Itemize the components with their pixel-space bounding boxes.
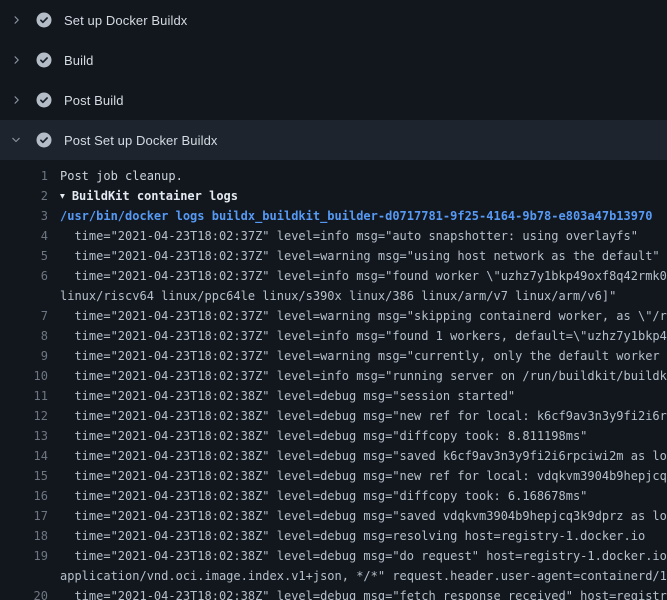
- line-number-empty: [0, 566, 48, 586]
- step-label: Build: [64, 53, 93, 68]
- line-number[interactable]: 18: [0, 526, 48, 546]
- log-line-continuation: linux/riscv64 linux/ppc64le linux/s390x …: [0, 286, 667, 306]
- workflow-log-viewer: Set up Docker Buildx Build Post Build Post …: [0, 0, 667, 600]
- log-text: time="2021-04-23T18:02:38Z" level=debug …: [60, 586, 667, 600]
- log-line: 19 time="2021-04-23T18:02:38Z" level=deb…: [0, 546, 667, 566]
- steps-list: Set up Docker Buildx Build Post Build Post …: [0, 0, 667, 160]
- log-text: time="2021-04-23T18:02:38Z" level=debug …: [60, 486, 667, 506]
- check-circle-icon: [36, 52, 52, 68]
- line-number[interactable]: 13: [0, 426, 48, 446]
- line-number[interactable]: 4: [0, 226, 48, 246]
- log-line: 7 time="2021-04-23T18:02:37Z" level=warn…: [0, 306, 667, 326]
- log-line-continuation: application/vnd.oci.image.index.v1+json,…: [0, 566, 667, 586]
- chevron-right-icon: [8, 92, 24, 108]
- line-number[interactable]: 5: [0, 246, 48, 266]
- log-line: 14 time="2021-04-23T18:02:38Z" level=deb…: [0, 446, 667, 466]
- log-area: 1 Post job cleanup. 2 ▼ BuildKit container l…: [0, 160, 667, 600]
- command-text: /usr/bin/docker logs buildx_buildkit_bui…: [60, 206, 667, 226]
- log-line: 1 Post job cleanup.: [0, 166, 667, 186]
- log-text: time="2021-04-23T18:02:38Z" level=debug …: [60, 446, 667, 466]
- line-number[interactable]: 3: [0, 206, 48, 226]
- log-text: time="2021-04-23T18:02:37Z" level=info m…: [60, 326, 667, 346]
- log-text: time="2021-04-23T18:02:38Z" level=debug …: [60, 506, 667, 526]
- log-line: 17 time="2021-04-23T18:02:38Z" level=deb…: [0, 506, 667, 526]
- step-label: Set up Docker Buildx: [64, 13, 187, 28]
- line-number[interactable]: 1: [0, 166, 48, 186]
- line-number[interactable]: 2: [0, 186, 48, 206]
- log-text: time="2021-04-23T18:02:38Z" level=debug …: [60, 406, 667, 426]
- line-number-empty: [0, 286, 48, 306]
- chevron-down-icon: [8, 132, 24, 148]
- group-toggle[interactable]: ▼ BuildKit container logs: [60, 186, 667, 206]
- triangle-down-icon: ▼: [60, 187, 65, 207]
- line-number[interactable]: 19: [0, 546, 48, 566]
- line-number[interactable]: 17: [0, 506, 48, 526]
- step-header-set-up-docker-buildx[interactable]: Set up Docker Buildx: [0, 0, 667, 40]
- log-line: 3/usr/bin/docker logs buildx_buildkit_bu…: [0, 206, 667, 226]
- log-text: Post job cleanup.: [60, 166, 667, 186]
- group-label: BuildKit container logs: [72, 189, 238, 203]
- check-circle-icon: [36, 12, 52, 28]
- log-text: time="2021-04-23T18:02:38Z" level=debug …: [60, 466, 667, 486]
- log-text: time="2021-04-23T18:02:38Z" level=debug …: [60, 526, 667, 546]
- chevron-right-icon: [8, 12, 24, 28]
- check-circle-icon: [36, 132, 52, 148]
- line-number[interactable]: 16: [0, 486, 48, 506]
- line-number[interactable]: 9: [0, 346, 48, 366]
- step-label: Post Set up Docker Buildx: [64, 133, 218, 148]
- log-text: application/vnd.oci.image.index.v1+json,…: [60, 566, 667, 586]
- line-number[interactable]: 20: [0, 586, 48, 600]
- log-text: time="2021-04-23T18:02:37Z" level=info m…: [60, 226, 667, 246]
- log-text: time="2021-04-23T18:02:38Z" level=debug …: [60, 426, 667, 446]
- check-circle-icon: [36, 92, 52, 108]
- line-number[interactable]: 15: [0, 466, 48, 486]
- log-line: 12 time="2021-04-23T18:02:38Z" level=deb…: [0, 406, 667, 426]
- line-number[interactable]: 7: [0, 306, 48, 326]
- log-line: 4 time="2021-04-23T18:02:37Z" level=info…: [0, 226, 667, 246]
- log-line: 10 time="2021-04-23T18:02:37Z" level=inf…: [0, 366, 667, 386]
- line-number[interactable]: 11: [0, 386, 48, 406]
- log-text: linux/riscv64 linux/ppc64le linux/s390x …: [60, 286, 667, 306]
- log-text: time="2021-04-23T18:02:37Z" level=info m…: [60, 266, 667, 286]
- log-line: 16 time="2021-04-23T18:02:38Z" level=deb…: [0, 486, 667, 506]
- step-header-post-build[interactable]: Post Build: [0, 80, 667, 120]
- step-label: Post Build: [64, 93, 124, 108]
- log-line: 5 time="2021-04-23T18:02:37Z" level=warn…: [0, 246, 667, 266]
- log-text: time="2021-04-23T18:02:37Z" level=warnin…: [60, 306, 667, 326]
- log-line: 8 time="2021-04-23T18:02:37Z" level=info…: [0, 326, 667, 346]
- chevron-right-icon: [8, 52, 24, 68]
- log-text: time="2021-04-23T18:02:38Z" level=debug …: [60, 386, 667, 406]
- step-header-post-set-up-docker-buildx[interactable]: Post Set up Docker Buildx: [0, 120, 667, 160]
- line-number[interactable]: 14: [0, 446, 48, 466]
- log-text: time="2021-04-23T18:02:38Z" level=debug …: [60, 546, 667, 566]
- log-line: 2 ▼ BuildKit container logs: [0, 186, 667, 206]
- line-number[interactable]: 12: [0, 406, 48, 426]
- step-header-build[interactable]: Build: [0, 40, 667, 80]
- log-line: 13 time="2021-04-23T18:02:38Z" level=deb…: [0, 426, 667, 446]
- log-text: time="2021-04-23T18:02:37Z" level=warnin…: [60, 246, 667, 266]
- line-number[interactable]: 10: [0, 366, 48, 386]
- line-number[interactable]: 8: [0, 326, 48, 346]
- log-line: 20 time="2021-04-23T18:02:38Z" level=deb…: [0, 586, 667, 600]
- log-text: time="2021-04-23T18:02:37Z" level=warnin…: [60, 346, 667, 366]
- log-line: 18 time="2021-04-23T18:02:38Z" level=deb…: [0, 526, 667, 546]
- log-line: 15 time="2021-04-23T18:02:38Z" level=deb…: [0, 466, 667, 486]
- log-line: 9 time="2021-04-23T18:02:37Z" level=warn…: [0, 346, 667, 366]
- log-line: 6 time="2021-04-23T18:02:37Z" level=info…: [0, 266, 667, 286]
- log-text: time="2021-04-23T18:02:37Z" level=info m…: [60, 366, 667, 386]
- log-line: 11 time="2021-04-23T18:02:38Z" level=deb…: [0, 386, 667, 406]
- line-number[interactable]: 6: [0, 266, 48, 286]
